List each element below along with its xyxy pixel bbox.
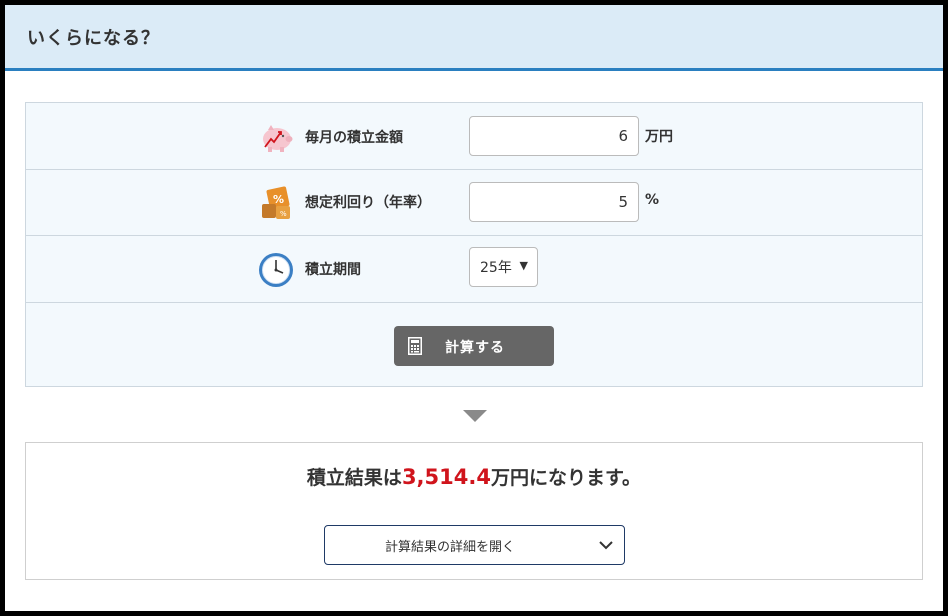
piggy-bank-icon	[263, 125, 293, 152]
period-row: 積立期間 25年 ▼	[26, 236, 922, 303]
monthly-amount-input[interactable]	[469, 116, 639, 156]
result-panel: 積立結果は3,514.4万円になります。 計算結果の詳細を開く	[25, 442, 923, 580]
page-header: いくらになる？	[5, 5, 943, 71]
open-details-button[interactable]: 計算結果の詳細を開く	[324, 525, 625, 565]
caret-down-icon: ▼	[519, 259, 528, 272]
input-form: 毎月の積立金額 万円 % % 想定利回り（年率） %	[25, 102, 923, 387]
rate-row: % % 想定利回り（年率） %	[26, 170, 922, 236]
rate-unit: %	[645, 192, 660, 208]
result-suffix: 万円になります。	[490, 467, 642, 489]
down-arrow-icon	[463, 410, 487, 422]
calculator-frame: いくらになる？ 毎月の積立金額 万円 %	[5, 5, 943, 611]
monthly-amount-label: 毎月の積立金額	[305, 130, 403, 146]
calc-row: 計算する	[26, 303, 922, 386]
monthly-amount-unit: 万円	[645, 129, 673, 145]
rate-label: 想定利回り（年率）	[305, 195, 431, 211]
percent-blocks-icon: % %	[262, 186, 290, 219]
page-title: いくらになる？	[27, 27, 160, 49]
period-select[interactable]: 25年 ▼	[469, 247, 538, 287]
calculate-button-label: 計算する	[445, 340, 505, 356]
calculator-icon	[408, 337, 422, 355]
period-select-value: 25年	[480, 260, 512, 276]
result-text: 積立結果は3,514.4万円になります。	[26, 463, 922, 490]
monthly-amount-row: 毎月の積立金額 万円	[26, 103, 922, 170]
svg-text:%: %	[280, 210, 287, 218]
result-prefix: 積立結果は	[306, 467, 402, 489]
open-details-label: 計算結果の詳細を開く	[384, 539, 515, 555]
period-label: 積立期間	[305, 262, 361, 278]
svg-text:%: %	[273, 193, 284, 206]
result-value: 3,514.4	[401, 465, 491, 489]
chevron-down-icon	[599, 541, 613, 550]
rate-input[interactable]	[469, 182, 639, 222]
calculate-button[interactable]: 計算する	[394, 326, 554, 366]
clock-icon	[259, 253, 293, 287]
